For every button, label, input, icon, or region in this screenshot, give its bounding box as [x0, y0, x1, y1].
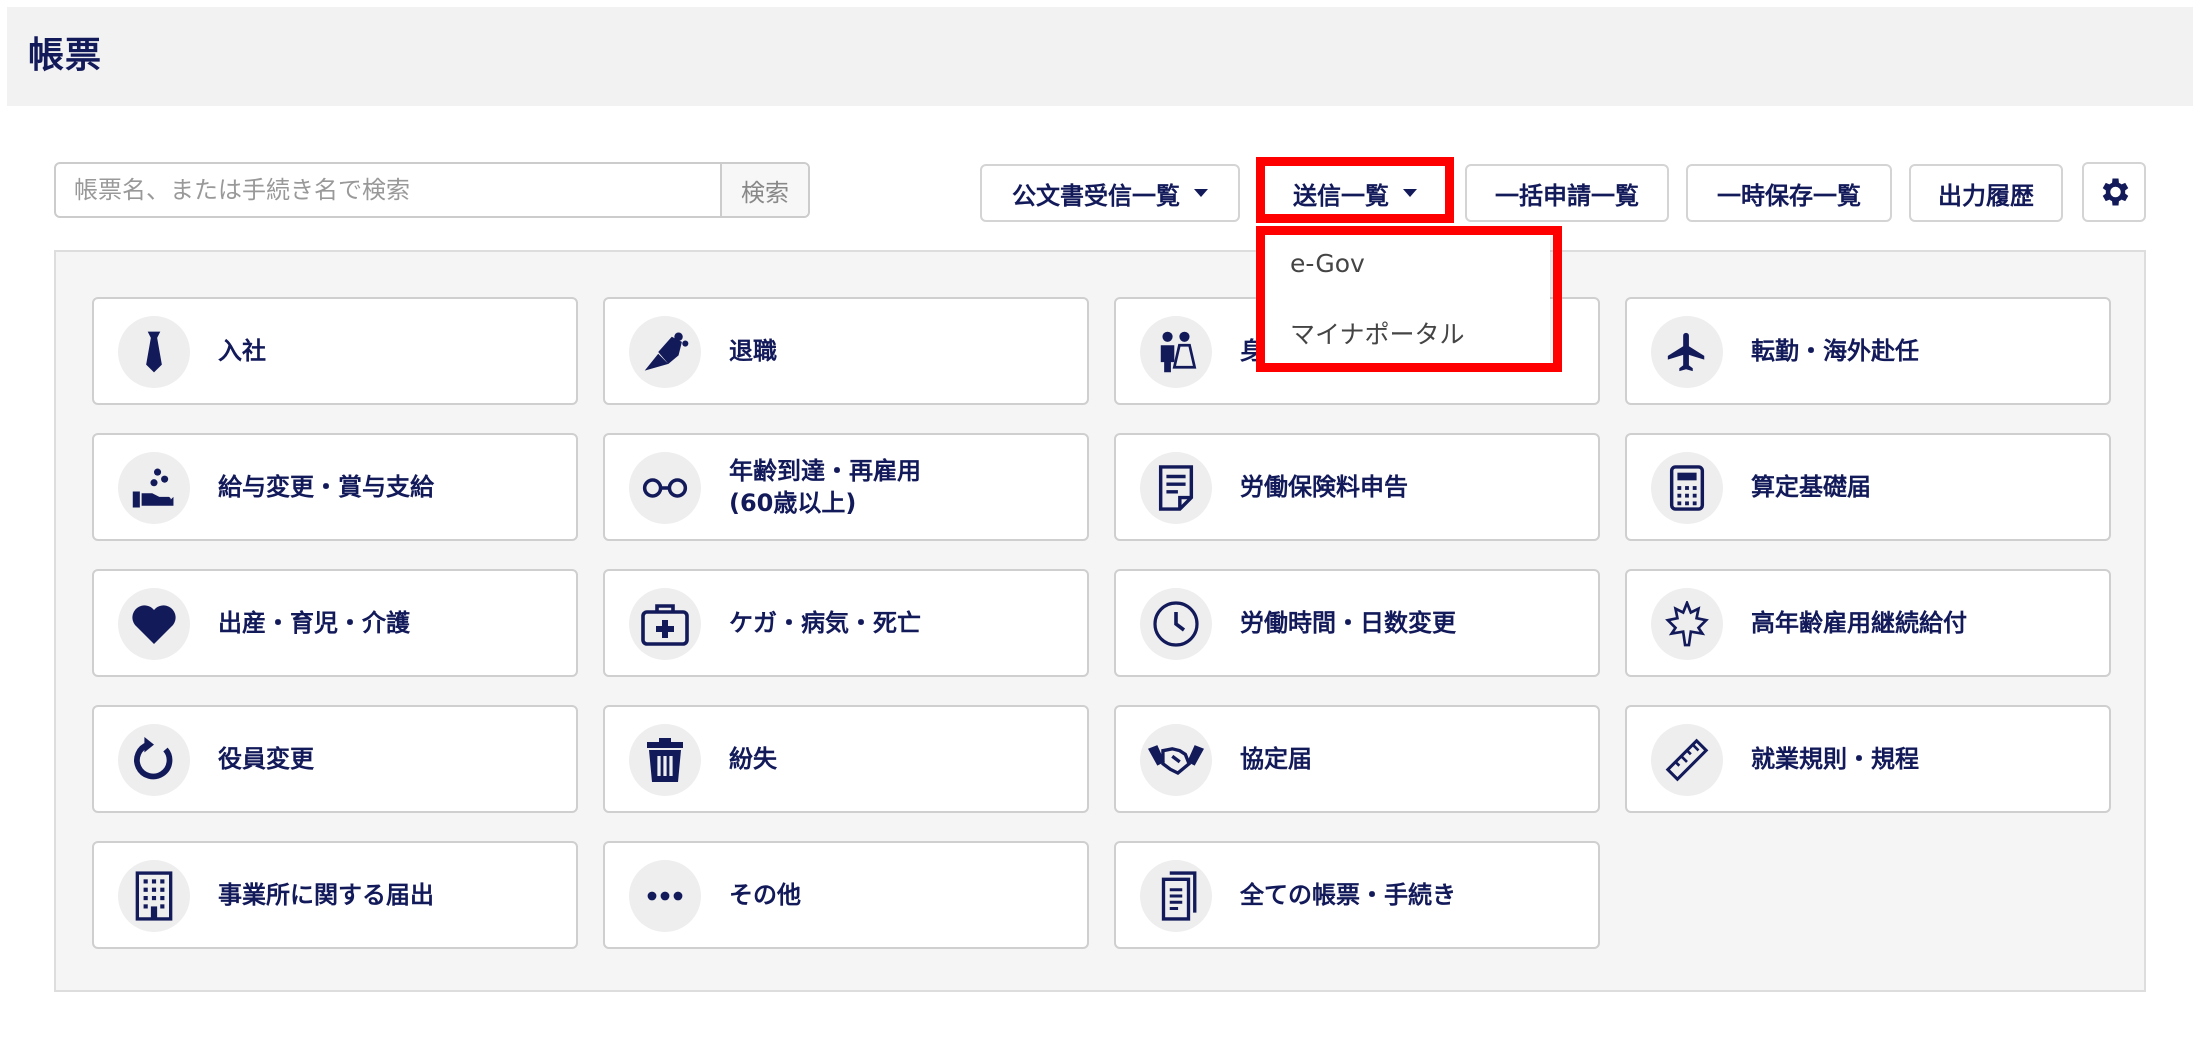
card-label: ケガ・病気・死亡 — [729, 608, 921, 637]
card-label: 全ての帳票・手続き — [1240, 880, 1456, 909]
category-card-hire[interactable]: 入社 — [92, 297, 578, 405]
ellipsis-icon — [629, 860, 701, 932]
category-card-work-rules[interactable]: 就業規則・規程 — [1625, 705, 2111, 813]
gear-icon — [2102, 178, 2129, 206]
sent-list-dropdown: e-Gov マイナポータル — [1262, 233, 1550, 365]
category-card-childcare[interactable]: 出産・育児・介護 — [92, 569, 578, 677]
dropdown-item-egov[interactable]: e-Gov — [1290, 249, 1365, 278]
category-card-all-forms[interactable]: 全ての帳票・手続き — [1114, 841, 1600, 949]
ruler-icon — [1651, 724, 1723, 796]
bulk-application-button[interactable]: 一括申請一覧 — [1465, 164, 1669, 222]
maple-leaf-icon — [1651, 588, 1723, 660]
clock-icon — [1140, 588, 1212, 660]
received-documents-button[interactable]: 公文書受信一覧 — [980, 164, 1240, 222]
search-box: 検索 — [54, 162, 810, 218]
bulk-application-label: 一括申請一覧 — [1495, 181, 1639, 210]
building-icon — [118, 860, 190, 932]
card-label: 役員変更 — [218, 744, 314, 773]
category-card-officer-change[interactable]: 役員変更 — [92, 705, 578, 813]
category-card-retirement[interactable]: 退職 — [603, 297, 1089, 405]
card-label: 身 — [1240, 336, 1264, 365]
airplane-icon — [1651, 316, 1723, 388]
heart-icon — [118, 588, 190, 660]
page-title: 帳票 — [28, 35, 103, 76]
card-label: 高年齢雇用継続給付 — [1751, 608, 1967, 637]
category-card-salary-change[interactable]: 給与変更・賞与支給 — [92, 433, 578, 541]
card-label: 紛失 — [729, 744, 777, 773]
trash-icon — [629, 724, 701, 796]
received-documents-label: 公文書受信一覧 — [1012, 181, 1180, 210]
search-button[interactable]: 検索 — [720, 164, 808, 216]
category-card-elderly-employment[interactable]: 高年齢雇用継続給付 — [1625, 569, 2111, 677]
card-label: 転勤・海外赴任 — [1751, 336, 1919, 365]
card-label: 給与変更・賞与支給 — [218, 472, 434, 501]
card-label-line1: 年齢到達・再雇用 — [729, 456, 921, 485]
card-label: 労働保険料申告 — [1240, 472, 1408, 501]
bouquet-icon — [629, 316, 701, 388]
documents-icon — [1140, 860, 1212, 932]
category-card-injury[interactable]: ケガ・病気・死亡 — [603, 569, 1089, 677]
card-label: 事業所に関する届出 — [218, 880, 434, 909]
search-input[interactable] — [56, 164, 720, 216]
sent-list-label: 送信一覧 — [1293, 181, 1389, 210]
temp-saved-label: 一時保存一覧 — [1717, 181, 1861, 210]
output-history-label: 出力履歴 — [1938, 181, 2034, 210]
category-card-lost[interactable]: 紛失 — [603, 705, 1089, 813]
card-label: 労働時間・日数変更 — [1240, 608, 1456, 637]
card-label: 年齢到達・再雇用 (60歳以上) — [729, 435, 921, 539]
chevron-down-icon — [1403, 189, 1417, 197]
card-label: その他 — [729, 880, 801, 909]
card-label: 協定届 — [1240, 744, 1312, 773]
output-history-button[interactable]: 出力履歴 — [1909, 164, 2063, 222]
category-card-labor-insurance[interactable]: 労働保険料申告 — [1114, 433, 1600, 541]
glasses-icon — [629, 452, 701, 524]
category-card-calculation-base[interactable]: 算定基礎届 — [1625, 433, 2111, 541]
wedding-couple-icon — [1140, 316, 1212, 388]
category-card-other[interactable]: その他 — [603, 841, 1089, 949]
first-aid-kit-icon — [629, 588, 701, 660]
card-label-line2: (60歳以上) — [729, 489, 857, 517]
card-label: 就業規則・規程 — [1751, 744, 1919, 773]
category-card-transfer[interactable]: 転勤・海外赴任 — [1625, 297, 2111, 405]
category-card-age-reemployment[interactable]: 年齢到達・再雇用 (60歳以上) — [603, 433, 1089, 541]
calculator-icon — [1651, 452, 1723, 524]
category-card-work-hours[interactable]: 労働時間・日数変更 — [1114, 569, 1600, 677]
sent-list-button[interactable]: 送信一覧 — [1266, 164, 1444, 222]
form-category-panel: 入社 退職 身 転勤・海外赴任 給与変更・賞与支給 年齢到達・再雇用 (60歳以… — [54, 250, 2146, 992]
dropdown-item-mynaportal[interactable]: マイナポータル — [1290, 315, 1465, 351]
category-card-agreement[interactable]: 協定届 — [1114, 705, 1600, 813]
chevron-down-icon — [1194, 189, 1208, 197]
card-label: 算定基礎届 — [1751, 472, 1871, 501]
settings-button[interactable] — [2082, 162, 2146, 222]
refresh-icon — [118, 724, 190, 796]
card-label: 入社 — [218, 336, 266, 365]
category-card-office-notification[interactable]: 事業所に関する届出 — [92, 841, 578, 949]
card-label: 出産・育児・介護 — [218, 608, 410, 637]
document-icon — [1140, 452, 1212, 524]
handshake-icon — [1140, 724, 1212, 796]
card-label: 退職 — [729, 336, 777, 365]
temp-saved-button[interactable]: 一時保存一覧 — [1686, 164, 1892, 222]
necktie-icon — [118, 316, 190, 388]
page-header — [7, 7, 2193, 106]
coin-hand-icon — [118, 452, 190, 524]
